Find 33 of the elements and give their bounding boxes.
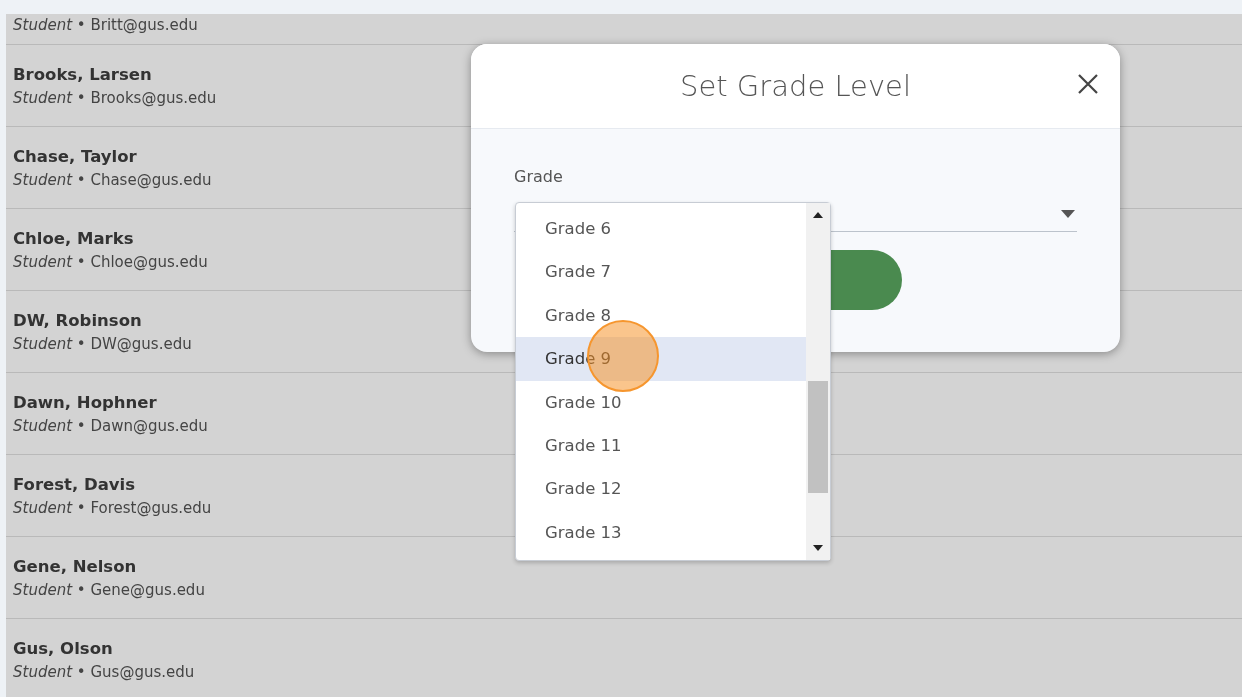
scroll-down-icon[interactable] — [813, 545, 823, 551]
person-role-email: Student • Chloe@gus.edu — [13, 251, 208, 273]
person-role-email: Student • Brooks@gus.edu — [13, 87, 217, 109]
person-name: Brooks, Larsen — [13, 63, 152, 86]
close-icon[interactable] — [1076, 72, 1100, 96]
person-role-email: Student • Chase@gus.edu — [13, 169, 212, 191]
person-name: Chase, Taylor — [13, 145, 137, 168]
person-name: Gene, Nelson — [13, 555, 137, 578]
grade-option[interactable]: Grade 12 — [516, 467, 806, 511]
save-button[interactable] — [830, 250, 902, 310]
grade-option[interactable]: Grade 6 — [516, 207, 806, 251]
grade-option[interactable]: Grade 13 — [516, 510, 806, 555]
grade-option[interactable]: Grade 8 — [516, 293, 806, 338]
scrollbar-thumb[interactable] — [808, 381, 828, 493]
person-name: Chloe, Marks — [13, 227, 134, 250]
person-role-email: Student • Dawn@gus.edu — [13, 415, 208, 437]
person-role-email: Student • Gus@gus.edu — [13, 661, 195, 683]
person-name: Forest, Davis — [13, 473, 136, 496]
scrollbar[interactable] — [806, 203, 830, 560]
grade-option[interactable]: Grade 10 — [516, 380, 806, 424]
dialog-title: Set Grade Level — [680, 69, 911, 103]
person-name: DW, Robinson — [13, 309, 142, 332]
field-label: Grade — [514, 167, 564, 187]
grade-option[interactable]: Grade 11 — [516, 423, 806, 468]
person-role-email: Student • DW@gus.edu — [13, 333, 192, 355]
scroll-up-icon[interactable] — [813, 212, 823, 218]
person-name: Gus, Olson — [13, 637, 113, 660]
caret-icon — [1061, 210, 1075, 218]
grade-option[interactable]: Grade 7 — [516, 250, 806, 294]
person-role-email: Student • Forest@gus.edu — [13, 497, 212, 519]
person-name: Dawn, Hophner — [13, 391, 157, 414]
person-role-email: Student • Britt@gus.edu — [13, 15, 198, 36]
person-role-email: Student • Gene@gus.edu — [13, 579, 205, 601]
